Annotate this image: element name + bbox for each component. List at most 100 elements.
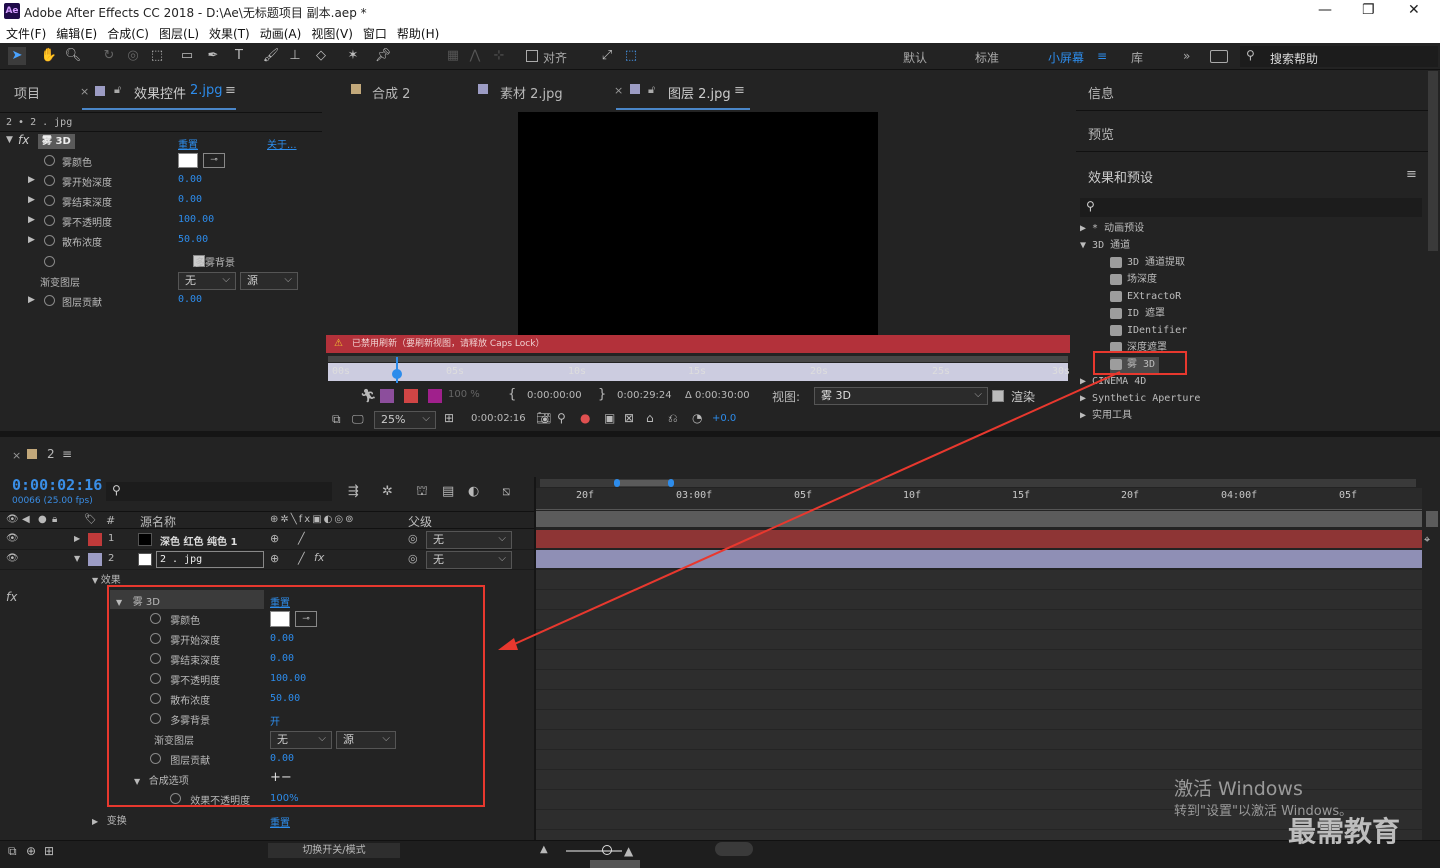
frame-blending-icon[interactable]: ▤ [442, 484, 454, 499]
region-of-interest-icon[interactable]: ▣ [604, 411, 615, 425]
quality-icon[interactable]: ╱ [298, 532, 305, 545]
in-out-icon[interactable]: ⊞ [44, 844, 54, 858]
tree-effect-3d-channel-extract[interactable]: 3D 通道提取 [1110, 255, 1185, 271]
zoom-out-icon[interactable]: ▲ [540, 844, 548, 855]
graph-editor-icon[interactable]: ⧅ [502, 484, 510, 499]
rgb-channels-icon[interactable]: ● [580, 411, 590, 425]
local-axis-icon[interactable]: ▦ [444, 47, 462, 65]
navigator-start-handle[interactable] [614, 479, 620, 487]
stopwatch-icon[interactable] [44, 295, 55, 306]
horizontal-scrollbar[interactable] [590, 860, 640, 868]
transfer-controls-icon[interactable]: ⊕ [26, 844, 36, 858]
more-workspaces-icon[interactable]: » [1183, 49, 1190, 63]
set-out-icon[interactable]: } [598, 387, 606, 402]
scrollbar[interactable] [1428, 71, 1438, 251]
preview-panel[interactable]: 预览 [1076, 112, 1428, 152]
info-panel[interactable]: 信息 [1076, 71, 1428, 111]
menu-file[interactable]: 文件(F) [6, 25, 46, 42]
navigator-end-handle[interactable] [668, 479, 674, 487]
prop-value[interactable]: 100.00 [178, 214, 214, 225]
tree-folder-animation-presets[interactable]: ▶ * 动画预设 [1080, 221, 1144, 237]
view-axis-icon[interactable]: ⊹ [490, 47, 508, 65]
stopwatch-icon[interactable] [44, 175, 55, 186]
solo-icon[interactable]: ● [38, 514, 47, 525]
expand-track-icon[interactable]: ⌖ [1424, 533, 1430, 547]
audio-icon[interactable]: ◀︎ [22, 514, 30, 525]
stopwatch-icon[interactable] [44, 155, 55, 166]
stopwatch-icon[interactable] [44, 235, 55, 246]
zoom-slider-thumb[interactable] [602, 845, 612, 855]
stopwatch-icon[interactable] [44, 256, 55, 267]
timeline-timecode[interactable]: 0:00:02:16 [12, 476, 102, 494]
set-in-icon[interactable]: { [508, 387, 516, 402]
transform-group[interactable]: ▶ 变换 [92, 812, 127, 832]
draft-3d-icon[interactable]: ✲ [382, 484, 393, 499]
always-preview-icon[interactable]: ⧉ [332, 412, 341, 427]
pickwhip-icon[interactable]: ◎ [408, 552, 418, 565]
playhead-handle[interactable] [392, 369, 402, 379]
reset-link[interactable]: 重置 [178, 136, 198, 151]
tree-effect-identifier[interactable]: IDentifier [1110, 323, 1187, 339]
panel-menu-icon[interactable]: ≡ [62, 447, 72, 461]
close-tab-icon[interactable]: × [80, 85, 89, 98]
snap-icon[interactable]: ⤢ [598, 47, 616, 65]
hand-tool-icon[interactable]: ✋ [40, 47, 58, 65]
roto-brush-icon[interactable]: ✶ [344, 47, 362, 65]
layer2-duration-bar[interactable] [536, 550, 1422, 568]
zoom-in-icon[interactable]: ▲ [624, 844, 633, 858]
eye-icon[interactable]: 👁︎ [6, 553, 19, 564]
stopwatch-icon[interactable] [44, 215, 55, 226]
label-icon[interactable]: 🏷︎ [84, 514, 97, 525]
transform-reset-link[interactable]: 重置 [270, 814, 290, 834]
timeline-ruler[interactable] [536, 488, 1422, 510]
column-parent[interactable]: 父级 [408, 513, 432, 530]
expand-icon[interactable]: ▶ [28, 195, 35, 205]
work-area-bar[interactable] [328, 356, 1068, 362]
collapse-icon[interactable]: ⊕ [270, 532, 279, 545]
close-icon[interactable]: ✕ [1408, 2, 1420, 18]
current-time[interactable]: 0:00:02:16 [471, 413, 526, 424]
tree-effect-depth-of-field[interactable]: 场深度 [1110, 272, 1157, 288]
layer1-duration-bar[interactable] [536, 530, 1422, 548]
orbit-camera-icon[interactable]: ◎ [124, 47, 142, 65]
align-checkbox[interactable] [526, 50, 538, 62]
tree-folder-cinema4d[interactable]: ▶ CINEMA 4D [1080, 374, 1146, 390]
layer-name[interactable]: 深色 红色 纯色 1 [160, 533, 237, 548]
prop-value[interactable]: 0.00 [178, 294, 202, 305]
menu-edit[interactable]: 编辑(E) [56, 25, 97, 42]
tree-folder-3d-channel[interactable]: ▼ 3D 通道 [1080, 238, 1130, 254]
layer-label-swatch[interactable] [88, 553, 102, 566]
tab-footage[interactable]: 素材 2.jpg [500, 83, 563, 102]
prop-value[interactable]: 0.00 [178, 174, 202, 185]
type-tool-icon[interactable]: T [230, 47, 248, 65]
render-checkbox[interactable] [992, 390, 1004, 402]
workspace-small-screen[interactable]: 小屏幕 [1048, 49, 1084, 66]
pickwhip-icon[interactable]: ◎ [408, 532, 418, 545]
lock-icon[interactable]: 🔒︎ [52, 514, 57, 525]
tree-effect-id-matte[interactable]: ID 遮罩 [1110, 306, 1165, 322]
parent-select[interactable]: 无 [426, 551, 512, 569]
expand-icon[interactable]: ▶ [74, 534, 80, 543]
zoom-slider[interactable] [566, 850, 622, 852]
camera-view-icon[interactable]: ⌂ [646, 411, 654, 425]
panel-menu-icon[interactable]: ≡ [225, 83, 236, 98]
collapse-icon[interactable]: ▼ [92, 576, 101, 585]
snapshot-icon[interactable]: 📷︎ [536, 411, 551, 425]
tab-project[interactable]: 项目 [14, 83, 40, 102]
column-source-name[interactable]: 源名称 [140, 513, 176, 530]
expand-icon[interactable]: ▶ [92, 817, 101, 826]
tab-effect-controls[interactable]: 效果控件 [134, 83, 186, 102]
pen-tool-icon[interactable]: ✒ [204, 47, 222, 65]
out-time[interactable]: 0:00:29:24 [617, 390, 672, 401]
selection-tool-icon[interactable]: ➤ [8, 47, 26, 65]
show-channel-icon[interactable] [380, 389, 394, 403]
lock-icon[interactable]: 🔓︎ [114, 83, 121, 97]
eye-icon[interactable]: 👁︎ [6, 514, 19, 525]
color-mask-icon[interactable] [428, 389, 442, 403]
view-select[interactable]: 雾 3D [814, 387, 988, 405]
help-search-box[interactable]: ⚲ 搜索帮助 [1240, 46, 1438, 67]
workspace-menu-icon[interactable]: ≡ [1097, 49, 1107, 63]
layer-row-2[interactable]: 👁︎ ▼ 2 2 . jpg ⊕ ╱ fx ◎ 无 [0, 550, 534, 570]
prop-value[interactable]: 50.00 [178, 234, 208, 245]
stopwatch-icon[interactable] [44, 195, 55, 206]
